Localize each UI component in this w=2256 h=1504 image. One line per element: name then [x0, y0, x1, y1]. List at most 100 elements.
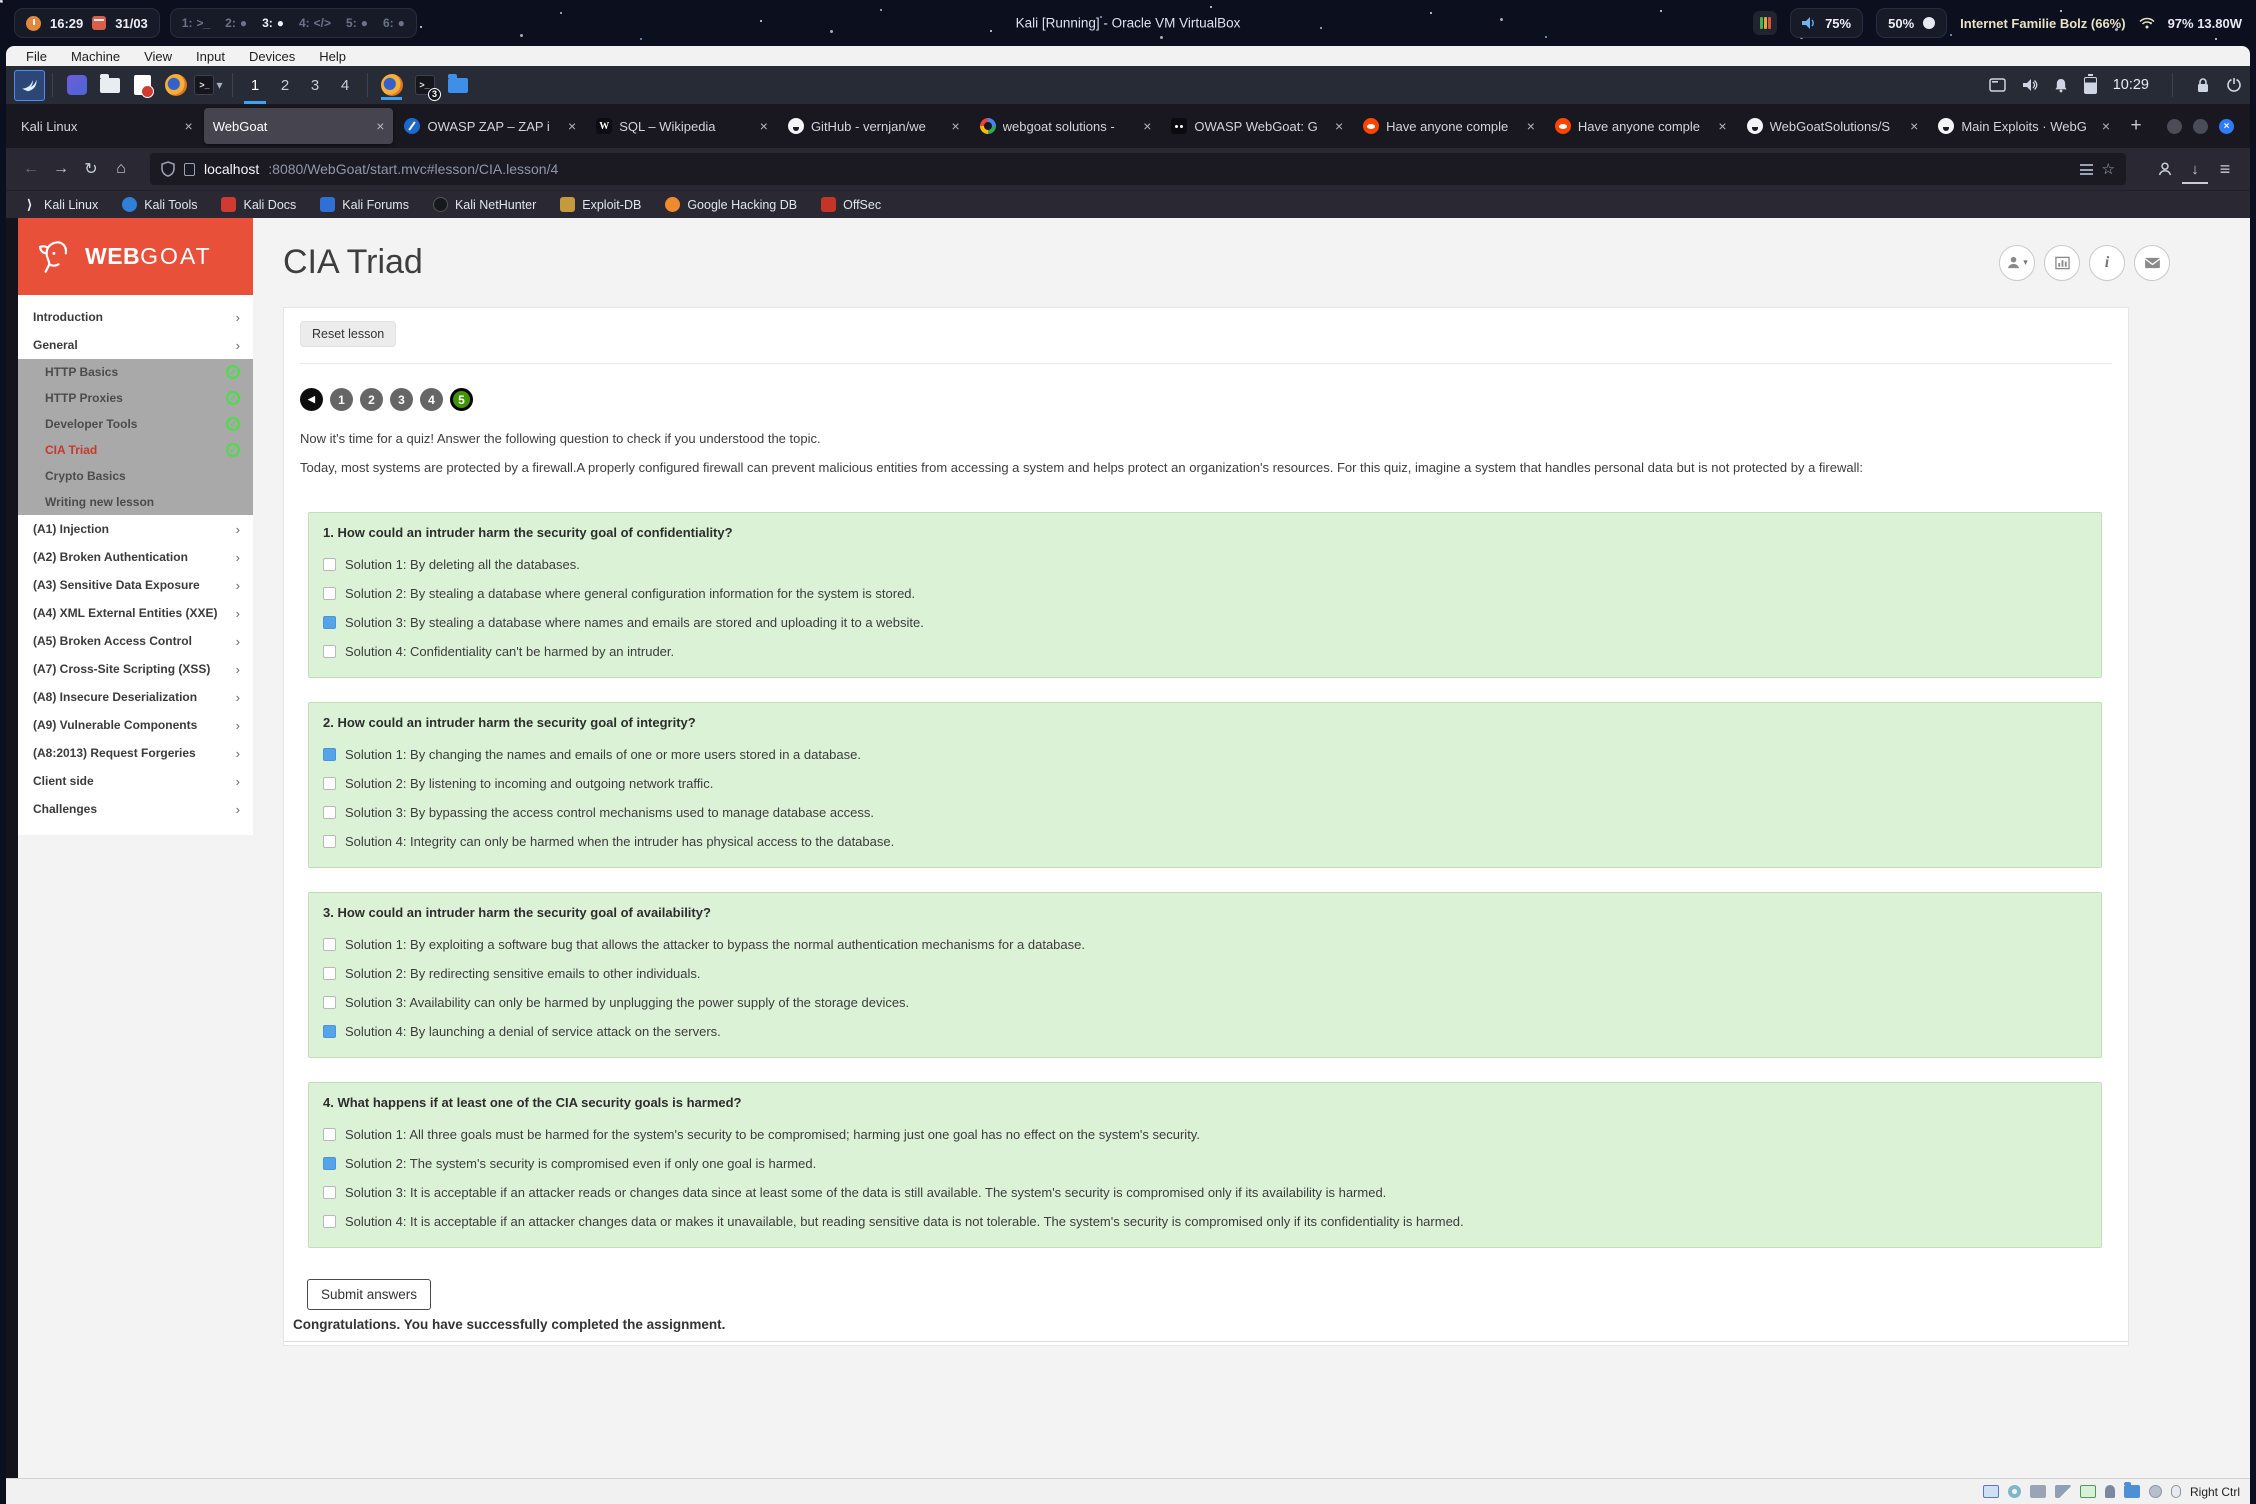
checkbox-checked[interactable] [323, 616, 336, 629]
browser-tab-1[interactable]: Kali Linux× [12, 108, 202, 144]
browser-tab-5[interactable]: GitHub - vernjan/we× [779, 108, 969, 144]
close-tab-icon[interactable]: × [951, 118, 959, 134]
workspace-button-4[interactable]: 4 [330, 66, 360, 104]
lock-screen-icon[interactable] [2196, 77, 2210, 93]
close-tab-icon[interactable]: × [2102, 118, 2110, 134]
kali-menu-button[interactable] [14, 70, 45, 101]
pager-page-1[interactable]: 1 [330, 388, 353, 411]
file-manager-button[interactable] [95, 71, 124, 100]
account-icon[interactable] [2150, 154, 2180, 184]
downloads-icon[interactable]: ↓ [2180, 154, 2210, 184]
checkbox[interactable] [323, 967, 336, 980]
vm-network-icon[interactable] [2080, 1485, 2096, 1498]
minimize-button[interactable] [2167, 119, 2182, 134]
browser-tab-11[interactable]: Main Exploits · WebG× [1929, 108, 2119, 144]
vbox-menu-input[interactable]: Input [184, 49, 237, 64]
reader-mode-icon[interactable] [2080, 164, 2093, 175]
checkbox-checked[interactable] [323, 748, 336, 761]
host-brightness-widget[interactable]: 50% [1876, 8, 1947, 38]
question-1-option-4[interactable]: Solution 4: Confidentiality can't be har… [323, 641, 2087, 662]
sidebar-item-cia-triad[interactable]: CIA Triad✓ [18, 437, 253, 463]
vm-harddisk-icon[interactable] [2030, 1485, 2046, 1498]
home-button[interactable]: ⌂ [106, 154, 136, 184]
vm-audio-icon[interactable] [2055, 1485, 2071, 1498]
bookmark-offsec[interactable]: OffSec [821, 197, 881, 212]
checkbox[interactable] [323, 1128, 336, 1141]
vm-recording-icon[interactable] [2149, 1485, 2162, 1498]
checkbox[interactable] [323, 558, 336, 571]
checkbox[interactable] [323, 806, 336, 819]
files-task-button[interactable] [443, 71, 472, 100]
scoreboard-button[interactable] [2044, 245, 2080, 281]
checkbox-checked[interactable] [323, 1157, 336, 1170]
bookmark-kali[interactable]: ⟩Kali Linux [22, 197, 98, 212]
terminal-launcher-button[interactable]: >_▾ [194, 71, 223, 100]
sidebar-item--a8-insecure-deserialization[interactable]: (A8) Insecure Deserialization› [18, 683, 253, 711]
checkbox[interactable] [323, 645, 336, 658]
question-2-option-3[interactable]: Solution 3: By bypassing the access cont… [323, 802, 2087, 823]
notification-bell-icon[interactable] [2054, 78, 2068, 93]
browser-tab-6[interactable]: webgoat solutions -× [971, 108, 1161, 144]
browser-tab-3[interactable]: OWASP ZAP – ZAP i× [395, 108, 585, 144]
question-4-option-4[interactable]: Solution 4: It is acceptable if an attac… [323, 1211, 2087, 1232]
bookmark-exploitdb[interactable]: Exploit-DB [560, 197, 641, 212]
workspace-button-3[interactable]: 3 [300, 66, 330, 104]
checkbox[interactable] [323, 1215, 336, 1228]
bookmark-star-icon[interactable]: ☆ [2102, 160, 2115, 178]
vm-optical-disc-icon[interactable] [2008, 1485, 2021, 1498]
host-workspace-5[interactable]: 5:● [346, 16, 368, 30]
maximize-button[interactable] [2193, 119, 2208, 134]
sidebar-item-general[interactable]: General› [18, 331, 253, 359]
vbox-menu-file[interactable]: File [14, 49, 59, 64]
pager-page-2[interactable]: 2 [360, 388, 383, 411]
taskbar-clock[interactable]: 10:29 [2113, 77, 2149, 93]
host-workspace-4[interactable]: 4:</> [299, 16, 331, 30]
page-info-icon[interactable] [184, 163, 195, 176]
host-volume-widget[interactable]: 75% [1790, 8, 1863, 38]
vbox-menu-devices[interactable]: Devices [237, 49, 307, 64]
sidebar-item--a1-injection[interactable]: (A1) Injection› [18, 515, 253, 543]
bookmark-tools[interactable]: Kali Tools [122, 197, 197, 212]
close-tab-icon[interactable]: × [185, 118, 193, 134]
sidebar-item--a4-xml-external-entities-xxe-[interactable]: (A4) XML External Entities (XXE)› [18, 599, 253, 627]
question-3-option-1[interactable]: Solution 1: By exploiting a software bug… [323, 934, 2087, 955]
close-tab-icon[interactable]: × [1527, 118, 1535, 134]
question-3-option-3[interactable]: Solution 3: Availability can only be har… [323, 992, 2087, 1013]
firefox-launcher-button[interactable] [161, 71, 190, 100]
sidebar-item-http-proxies[interactable]: HTTP Proxies✓ [18, 385, 253, 411]
checkbox[interactable] [323, 938, 336, 951]
sidebar-item--a3-sensitive-data-exposure[interactable]: (A3) Sensitive Data Exposure› [18, 571, 253, 599]
checkbox[interactable] [323, 587, 336, 600]
workspace-button-2[interactable]: 2 [270, 66, 300, 104]
browser-tab-8[interactable]: Have anyone comple× [1354, 108, 1544, 144]
question-1-option-2[interactable]: Solution 2: By stealing a database where… [323, 583, 2087, 604]
sidebar-item-challenges[interactable]: Challenges› [18, 795, 253, 823]
bookmark-forums[interactable]: Kali Forums [320, 197, 409, 212]
host-workspace-6[interactable]: 6:● [383, 16, 405, 30]
vm-shared-folders-icon[interactable] [2124, 1485, 2140, 1498]
pager-back-button[interactable]: ◀ [300, 388, 323, 411]
reload-button[interactable]: ↻ [76, 154, 106, 184]
browser-tab-2[interactable]: WebGoat× [204, 108, 394, 144]
close-tab-icon[interactable]: × [1143, 118, 1151, 134]
workspace-button-1[interactable]: 1 [240, 66, 270, 104]
host-network-label[interactable]: Internet Familie Bolz (66%) [1960, 16, 2125, 31]
browser-tab-4[interactable]: WSQL – Wikipedia× [587, 108, 777, 144]
about-button[interactable]: i [2089, 245, 2125, 281]
browser-tab-10[interactable]: WebGoatSolutions/S× [1738, 108, 1928, 144]
contact-button[interactable] [2134, 245, 2170, 281]
host-workspace-1[interactable]: 1:>_ [182, 16, 210, 30]
user-menu-button[interactable]: ▾ [1999, 245, 2035, 281]
close-tab-icon[interactable]: × [1335, 118, 1343, 134]
checkbox[interactable] [323, 1186, 336, 1199]
question-4-option-1[interactable]: Solution 1: All three goals must be harm… [323, 1124, 2087, 1145]
logout-icon[interactable] [2226, 77, 2242, 93]
tray-app-icon[interactable] [1753, 11, 1777, 35]
bookmark-ghdb[interactable]: Google Hacking DB [665, 197, 797, 212]
close-tab-icon[interactable]: × [1910, 118, 1918, 134]
host-workspace-switcher[interactable]: 1:>_2:●3:●4:</>5:●6:● [170, 8, 417, 38]
host-workspace-2[interactable]: 2:● [225, 16, 247, 30]
close-tab-icon[interactable]: × [760, 118, 768, 134]
battery-icon[interactable] [2084, 77, 2097, 94]
question-4-option-2[interactable]: Solution 2: The system's security is com… [323, 1153, 2087, 1174]
